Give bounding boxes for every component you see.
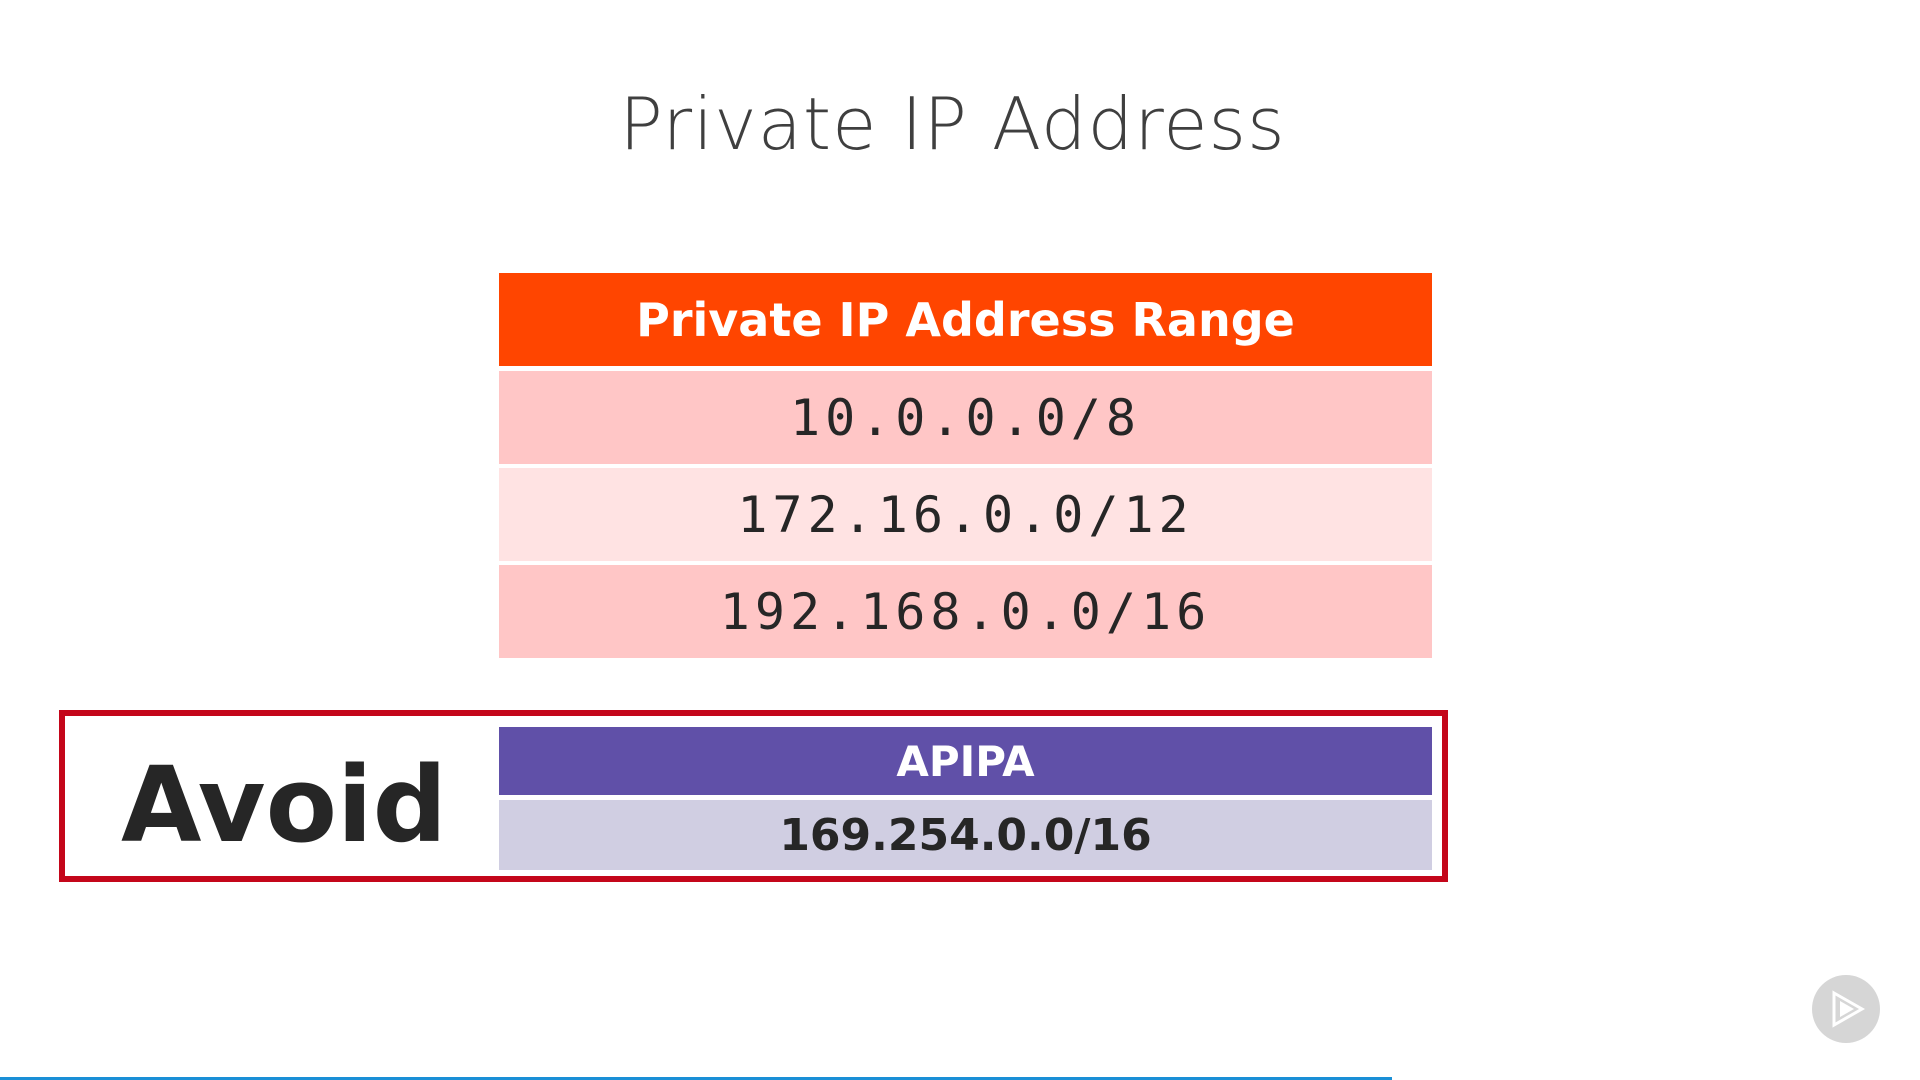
slide: Private IP Address Private IP Address Ra… xyxy=(0,0,1920,1080)
apipa-table-header: APIPA xyxy=(499,727,1432,795)
private-range-row: 192.168.0.0/16 xyxy=(499,565,1432,658)
private-range-table-header: Private IP Address Range xyxy=(499,273,1432,366)
private-range-row: 10.0.0.0/8 xyxy=(499,371,1432,464)
apipa-range-row: 169.254.0.0/16 xyxy=(499,800,1432,870)
private-range-row: 172.16.0.0/12 xyxy=(499,468,1432,561)
play-logo-icon[interactable] xyxy=(1812,975,1880,1043)
slide-title: Private IP Address xyxy=(619,82,1286,166)
play-logo-icon-glyph xyxy=(1832,990,1866,1028)
private-range-table: Private IP Address Range 10.0.0.0/8 172.… xyxy=(499,273,1432,662)
apipa-table: APIPA 169.254.0.0/16 xyxy=(499,727,1432,870)
avoid-label: Avoid xyxy=(121,744,448,866)
